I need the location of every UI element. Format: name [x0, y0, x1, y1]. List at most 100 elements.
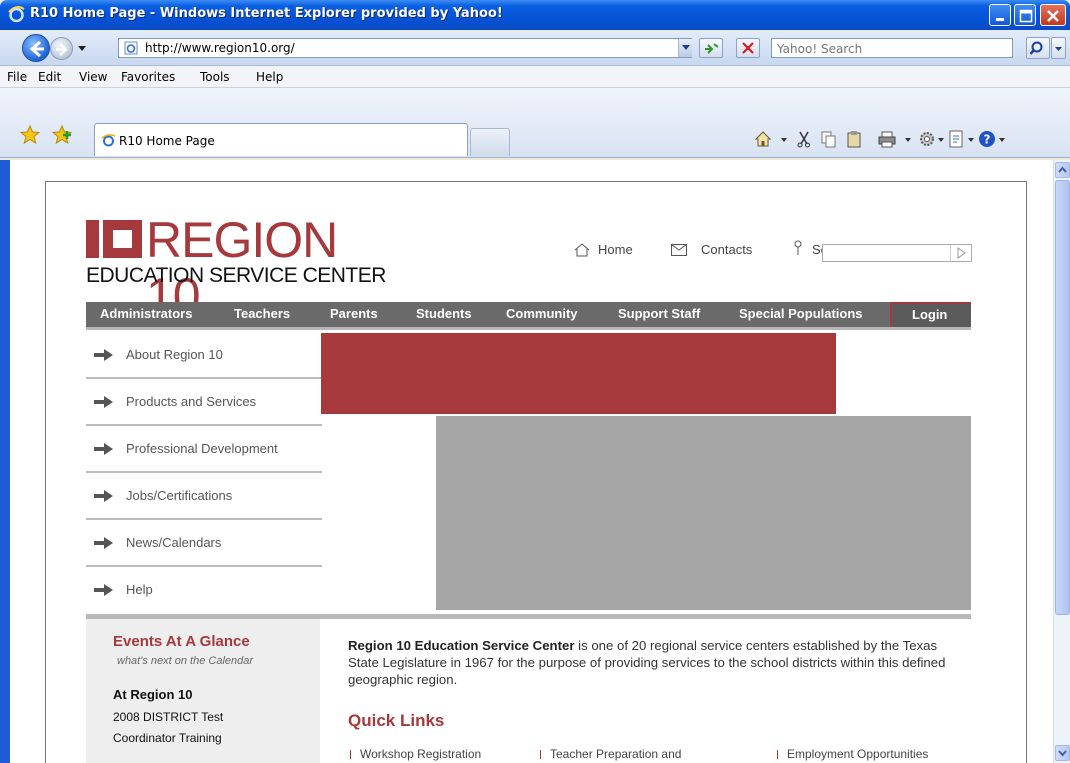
event-item[interactable]: 2008 DISTRICT Test	[113, 710, 223, 724]
copy-icon[interactable]	[820, 130, 838, 148]
back-button[interactable]	[22, 34, 50, 62]
side-item-help[interactable]: Help	[86, 567, 322, 614]
nav-students[interactable]: Students	[416, 306, 472, 321]
address-toolbar: http://www.region10.org/	[0, 30, 1070, 66]
nav-support-staff[interactable]: Support Staff	[618, 306, 700, 321]
close-button[interactable]	[1040, 4, 1066, 26]
recent-pages-dropdown-icon[interactable]	[77, 43, 87, 53]
minimize-icon	[996, 18, 1004, 21]
tools-dropdown-icon[interactable]	[938, 138, 944, 142]
quick-link[interactable]: Teacher Preparation and	[540, 747, 681, 761]
site-search-go-button[interactable]	[950, 245, 970, 261]
quick-link[interactable]: Workshop Registration	[350, 747, 481, 761]
back-arrow-icon	[29, 40, 44, 58]
maximize-button[interactable]	[1014, 4, 1036, 26]
nav-underline	[86, 327, 971, 330]
intro-paragraph: Region 10 Education Service Center is on…	[348, 637, 968, 688]
events-heading: At Region 10	[113, 687, 193, 702]
minimize-button[interactable]	[989, 4, 1011, 26]
stop-icon	[742, 42, 754, 54]
print-icon[interactable]	[878, 130, 896, 148]
quick-link[interactable]: Employment Opportunities	[777, 747, 928, 761]
events-panel: Events At A Glance what's next on the Ca…	[86, 619, 320, 763]
envelope-icon	[671, 244, 687, 256]
menu-view[interactable]: View	[79, 70, 107, 84]
refresh-button[interactable]	[699, 38, 723, 58]
feature-banner-red	[321, 333, 836, 414]
side-item-about[interactable]: About Region 10	[86, 332, 322, 379]
login-button[interactable]: Login	[890, 302, 971, 327]
arrow-right-icon	[94, 443, 113, 455]
nav-administrators[interactable]: Administrators	[100, 306, 192, 321]
chevron-up-icon	[1058, 166, 1067, 173]
address-url: http://www.region10.org/	[145, 41, 295, 55]
side-item-label: About Region 10	[126, 347, 223, 362]
menu-edit[interactable]: Edit	[38, 70, 61, 84]
magnifier-icon	[1029, 41, 1043, 55]
home-icon[interactable]	[754, 130, 772, 148]
logo-subtitle: EDUCATION SERVICE CENTER	[86, 264, 386, 287]
window-frame-left	[0, 160, 10, 763]
menu-favorites[interactable]: Favorites	[121, 70, 175, 84]
favorites-star-icon[interactable]	[20, 125, 40, 145]
menu-file[interactable]: File	[7, 70, 27, 84]
arrow-right-icon	[94, 537, 113, 549]
new-tab-button[interactable]	[470, 128, 510, 156]
feature-image-placeholder	[436, 416, 971, 610]
nav-teachers[interactable]: Teachers	[234, 306, 290, 321]
side-item-jobs[interactable]: Jobs/Certifications	[86, 473, 322, 520]
vertical-scrollbar[interactable]	[1053, 160, 1070, 763]
region10-logo-mark-icon	[86, 220, 142, 258]
title-bar: R10 Home Page - Windows Internet Explore…	[0, 0, 1070, 30]
nav-special-populations[interactable]: Special Populations	[739, 306, 863, 321]
scroll-up-button[interactable]	[1055, 162, 1070, 178]
event-item[interactable]: Coordinator Training	[113, 731, 222, 745]
home-dropdown-icon[interactable]	[781, 138, 787, 142]
arrow-right-icon	[94, 349, 113, 361]
tab-r10-home[interactable]: R10 Home Page	[94, 123, 468, 156]
help-dropdown-icon[interactable]	[999, 138, 1005, 142]
menu-bar: File Edit View Favorites Tools Help	[0, 66, 1070, 88]
yahoo-search-box[interactable]	[771, 38, 1013, 58]
side-item-products[interactable]: Products and Services	[86, 379, 322, 426]
page-dropdown-icon[interactable]	[968, 138, 974, 142]
scroll-thumb[interactable]	[1055, 180, 1070, 615]
scroll-down-button[interactable]	[1055, 745, 1070, 761]
menu-help[interactable]: Help	[256, 70, 283, 84]
events-title: Events At A Glance	[113, 633, 250, 650]
cut-icon[interactable]	[795, 130, 813, 148]
window-title: R10 Home Page - Windows Internet Explore…	[30, 6, 503, 21]
maximize-icon	[1019, 9, 1033, 23]
side-item-professional-development[interactable]: Professional Development	[86, 426, 322, 473]
forward-arrow-icon	[56, 43, 68, 56]
stop-button[interactable]	[736, 38, 760, 58]
side-item-news[interactable]: News/Calendars	[86, 520, 322, 567]
tools-gear-icon[interactable]	[918, 130, 936, 148]
page-menu-icon[interactable]	[948, 130, 966, 148]
add-favorite-icon[interactable]	[52, 125, 72, 145]
chevron-down-icon	[1055, 47, 1062, 51]
login-label: Login	[912, 307, 948, 322]
region10-logo[interactable]: REGION 10 EDUCATION SERVICE CENTER	[86, 212, 386, 324]
contacts-link-label: Contacts	[701, 242, 753, 257]
ie-page-icon	[101, 134, 116, 147]
forward-button[interactable]	[50, 37, 73, 60]
tab-label: R10 Home Page	[119, 134, 215, 148]
svg-text:?: ?	[984, 133, 991, 147]
address-dropdown-button[interactable]	[678, 39, 692, 57]
help-icon[interactable]: ?	[978, 130, 996, 148]
yahoo-search-input[interactable]	[777, 40, 1007, 57]
home-outline-icon	[574, 243, 590, 257]
main-nav-bar: Administrators Teachers Parents Students…	[86, 302, 971, 327]
search-button[interactable]	[1026, 37, 1050, 59]
menu-tools[interactable]: Tools	[200, 70, 230, 84]
search-options-button[interactable]	[1051, 37, 1066, 59]
side-item-label: Help	[126, 582, 153, 597]
address-field[interactable]: http://www.region10.org/	[118, 38, 692, 58]
nav-parents[interactable]: Parents	[330, 306, 378, 321]
home-link-label: Home	[598, 242, 633, 257]
print-dropdown-icon[interactable]	[905, 138, 911, 142]
side-item-label: Professional Development	[126, 441, 278, 456]
nav-community[interactable]: Community	[506, 306, 578, 321]
paste-icon[interactable]	[845, 130, 863, 148]
